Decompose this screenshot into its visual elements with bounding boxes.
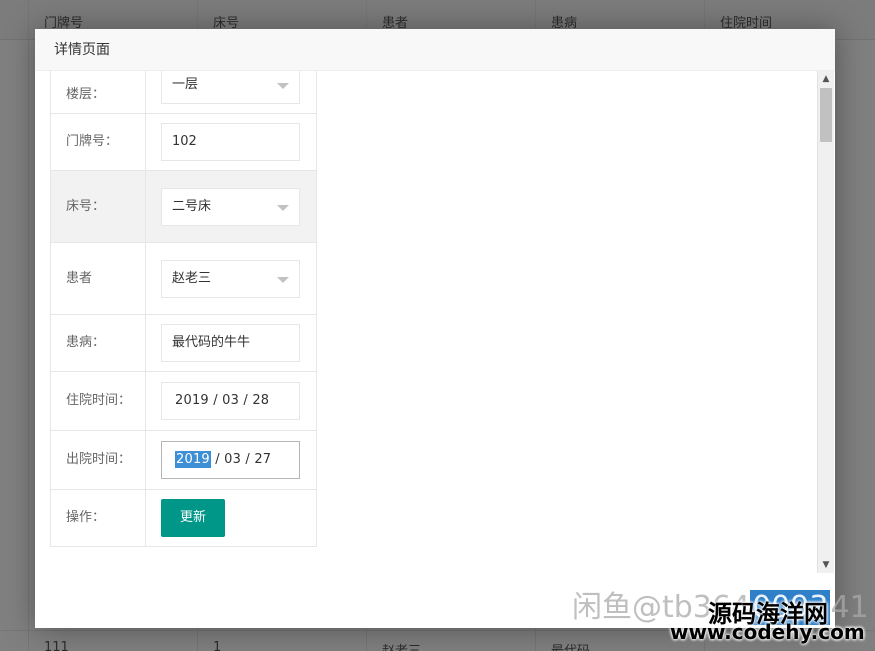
floor-select[interactable]: 一层 xyxy=(161,71,301,104)
form-row-floor: 楼层： 一层 xyxy=(49,71,317,114)
form-row-discharge: 出院时间： 2019 / 03 / 27 xyxy=(49,430,317,490)
admit-time-label: 住院时间： xyxy=(49,371,147,431)
action-label: 操作： xyxy=(49,489,147,547)
illness-input[interactable]: 最代码的牛牛 xyxy=(161,324,301,362)
form-row-door: 门牌号： 102 xyxy=(49,113,317,171)
form-row-patient: 患者 赵老三 xyxy=(49,242,317,315)
floor-label: 楼层： xyxy=(49,71,147,114)
floor-select-value: 一层 xyxy=(172,76,199,92)
scroll-up-icon[interactable]: ▲ xyxy=(818,71,834,87)
modal-title: 详情页面 xyxy=(35,29,835,71)
selected-text: 2019 xyxy=(175,451,211,468)
illness-label: 患病： xyxy=(49,314,147,372)
patient-select[interactable]: 赵老三 xyxy=(161,259,301,298)
door-number-input[interactable]: 102 xyxy=(161,123,301,161)
patient-label: 患者 xyxy=(49,242,147,315)
form-row-action: 操作： 更新 xyxy=(49,489,317,547)
chevron-down-icon xyxy=(277,82,290,89)
chevron-down-icon xyxy=(277,276,290,283)
form-row-illness: 患病： 最代码的牛牛 xyxy=(49,314,317,372)
discharge-date-input[interactable]: 2019 / 03 / 27 xyxy=(161,441,301,479)
modal-scrollbar[interactable]: ▲ ▼ xyxy=(817,71,834,573)
site-watermark-url: www.codehy.com xyxy=(670,620,865,644)
chevron-down-icon xyxy=(277,204,290,211)
scrollbar-thumb[interactable] xyxy=(820,88,832,142)
detail-form: 楼层： 一层 门牌号： 102 床号： 二号床 患者 赵老三 患病： 最代码的牛… xyxy=(49,71,317,547)
form-row-admit: 住院时间： 2019 / 03 / 28 xyxy=(49,371,317,431)
discharge-date-rest: / 03 / 27 xyxy=(210,452,272,467)
bed-select-value: 二号床 xyxy=(172,198,212,214)
form-row-bed: 床号： 二号床 xyxy=(49,170,317,243)
door-label: 门牌号： xyxy=(49,113,147,171)
bed-select[interactable]: 二号床 xyxy=(161,187,301,226)
update-button[interactable]: 更新 xyxy=(161,499,226,537)
discharge-time-label: 出院时间： xyxy=(49,430,147,490)
patient-select-value: 赵老三 xyxy=(172,270,212,286)
admit-date-input[interactable]: 2019 / 03 / 28 xyxy=(161,382,301,420)
modal-body: 楼层： 一层 门牌号： 102 床号： 二号床 患者 赵老三 患病： 最代码的牛… xyxy=(35,71,835,573)
bed-label: 床号： xyxy=(49,170,147,243)
detail-modal: 详情页面 楼层： 一层 门牌号： 102 床号： 二号床 患者 赵老三 患病： … xyxy=(35,29,835,628)
scroll-down-icon[interactable]: ▼ xyxy=(818,557,834,573)
